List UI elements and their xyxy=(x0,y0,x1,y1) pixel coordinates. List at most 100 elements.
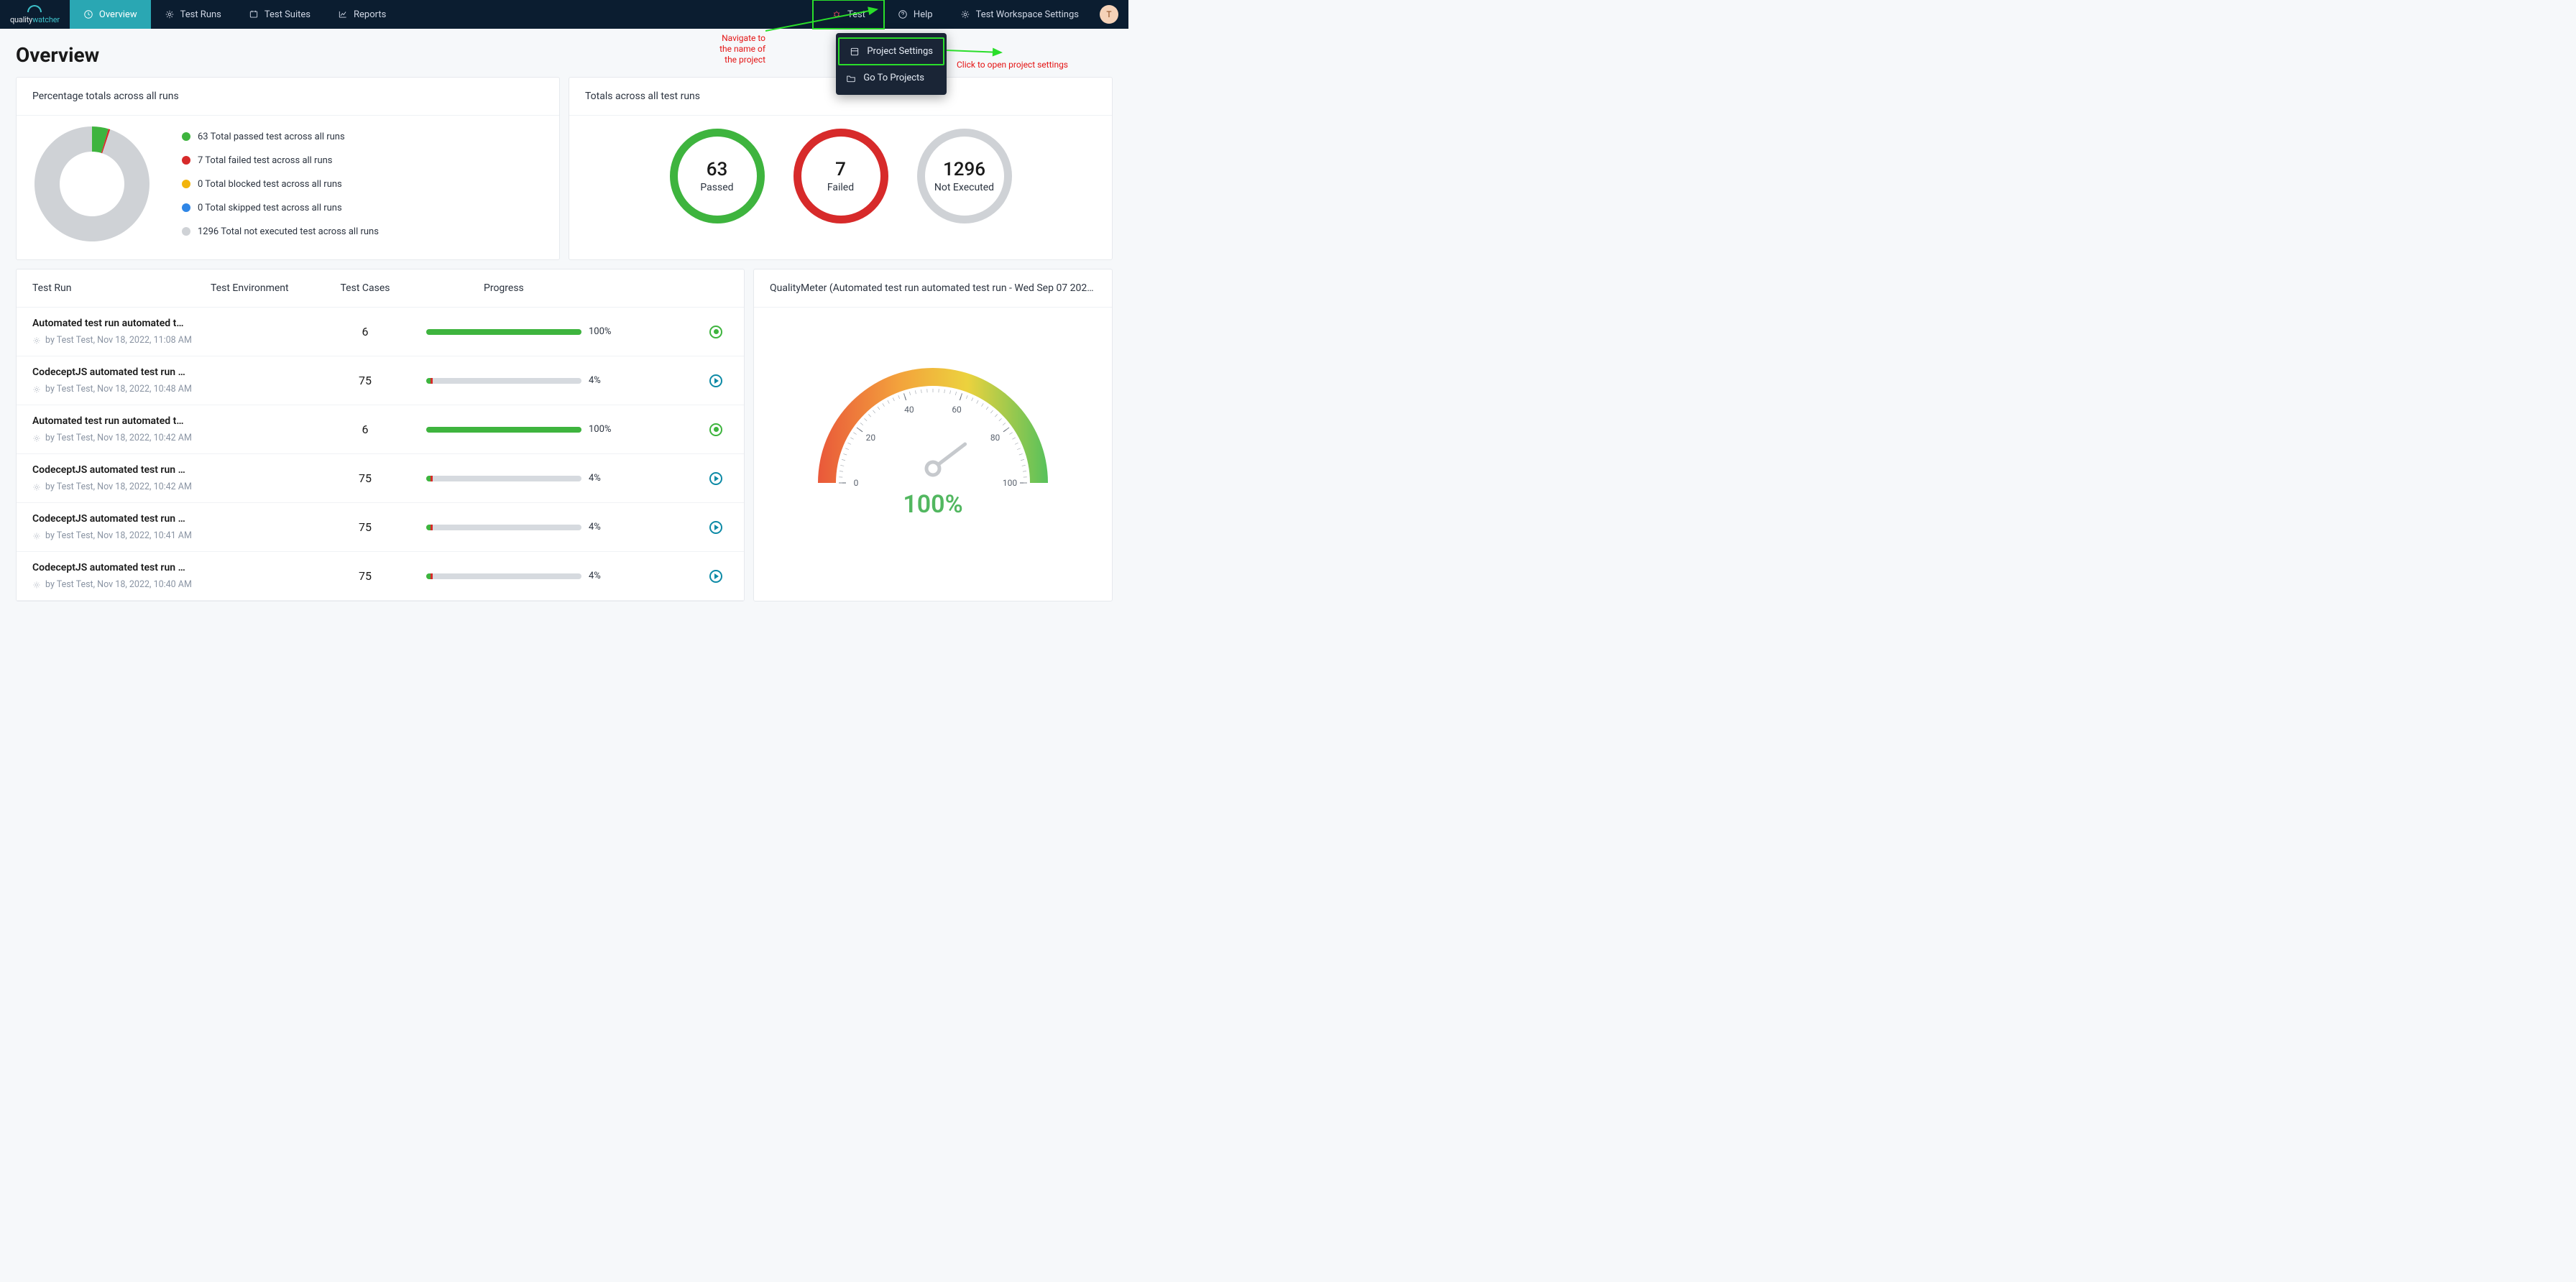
dropdown-label: Go To Projects xyxy=(863,73,924,83)
test-run-table: Test Run Test Environment Test Cases Pro… xyxy=(16,269,745,601)
status-play-icon[interactable] xyxy=(709,374,722,387)
gear-icon xyxy=(960,9,970,19)
run-title: CodeceptJS automated test run - Fr… xyxy=(32,562,187,573)
legend-dot-icon xyxy=(182,203,190,212)
annotation-left: Navigate to the name of the project xyxy=(719,33,765,65)
total-label: Failed xyxy=(827,182,854,193)
total-value: 7 xyxy=(835,159,846,180)
dropdown-project-settings[interactable]: Project Settings xyxy=(838,37,944,65)
table-row[interactable]: Automated test run automated test … by Te… xyxy=(17,405,744,454)
table-col-cases: Test Cases xyxy=(318,282,412,294)
gear-icon xyxy=(32,336,41,345)
run-cases: 75 xyxy=(318,520,412,534)
run-meta: by Test Test, Nov 18, 2022, 11:08 AM xyxy=(32,335,211,346)
avatar[interactable]: T xyxy=(1100,5,1118,24)
total-circle: 7 Failed xyxy=(794,129,888,223)
legend-dot-icon xyxy=(182,156,190,165)
progress-pct: 4% xyxy=(589,375,617,386)
total-circle: 1296Not Executed xyxy=(917,129,1012,223)
arrow-to-project-settings xyxy=(945,45,1003,59)
run-meta: by Test Test, Nov 18, 2022, 10:42 AM xyxy=(32,433,211,443)
legend-dot-icon xyxy=(182,180,190,188)
table-row[interactable]: CodeceptJS automated test run - Fr…by Te… xyxy=(17,356,744,405)
legend-label: 63 Total passed test across all runs xyxy=(198,132,345,142)
total-label: Passed xyxy=(700,182,733,193)
progress-pct: 100% xyxy=(589,326,617,337)
gauge-chart: 020406080100 xyxy=(796,325,1070,512)
nav-reports[interactable]: Reports xyxy=(324,0,400,29)
gear-icon xyxy=(32,483,41,492)
nav-label: Help xyxy=(914,9,933,20)
annotation-right: Click to open project settings xyxy=(957,60,1068,70)
status-play-icon[interactable] xyxy=(709,521,722,534)
legend-item: 7 Total failed test across all runs xyxy=(182,155,379,166)
nav-label: Test Suites xyxy=(264,9,310,20)
nav-label: Overview xyxy=(99,9,137,20)
run-cases: 75 xyxy=(318,471,412,485)
totals-card: Totals across all test runs 63Passed7Fai… xyxy=(569,77,1113,260)
card-title: Percentage totals across all runs xyxy=(17,78,559,116)
project-dropdown-menu: Project Settings Go To Projects xyxy=(836,33,947,95)
progress-bar xyxy=(426,573,581,579)
suites-icon xyxy=(249,9,259,19)
nav-test-suites[interactable]: Test Suites xyxy=(235,0,324,29)
run-meta: by Test Test, Nov 18, 2022, 10:41 AM xyxy=(32,530,211,541)
arrow-to-project-name xyxy=(765,6,884,34)
legend-item: 1296 Total not executed test across all … xyxy=(182,226,379,237)
run-cases: 75 xyxy=(318,569,412,583)
nav-workspace-settings[interactable]: Test Workspace Settings xyxy=(947,0,1092,29)
gear-icon xyxy=(32,385,41,394)
brand-logo[interactable]: qualitywatcher xyxy=(0,0,70,29)
progress-bar xyxy=(426,476,581,481)
table-row[interactable]: CodeceptJS automated test run - Fr…by Te… xyxy=(17,454,744,503)
table-col-run: Test Run xyxy=(32,282,211,294)
legend-label: 0 Total skipped test across all runs xyxy=(198,203,342,213)
nav-overview[interactable]: Overview xyxy=(70,0,151,29)
status-done-icon[interactable] xyxy=(709,423,722,436)
nav-help[interactable]: Help xyxy=(884,0,947,29)
gear-icon xyxy=(32,532,41,540)
table-row[interactable]: CodeceptJS automated test run - Fr…by Te… xyxy=(17,552,744,601)
quality-meter-card: QualityMeter (Automated test run automat… xyxy=(753,269,1113,601)
svg-text:40: 40 xyxy=(904,405,914,415)
top-nav: qualitywatcher Overview Test Runs Test S… xyxy=(0,0,1128,29)
table-row[interactable]: CodeceptJS automated test run - Fr… by Te… xyxy=(17,503,744,552)
total-value: 63 xyxy=(707,159,728,180)
run-meta: by Test Test, Nov 18, 2022, 10:48 AM xyxy=(32,384,211,395)
table-row[interactable]: Automated test run automated test … by Te… xyxy=(17,308,744,356)
progress-pct: 4% xyxy=(589,571,617,581)
run-title: CodeceptJS automated test run - Fr… xyxy=(32,464,187,476)
svg-text:0: 0 xyxy=(854,478,859,488)
progress-bar xyxy=(426,378,581,384)
run-cases: 75 xyxy=(318,374,412,387)
status-play-icon[interactable] xyxy=(709,570,722,583)
status-done-icon[interactable] xyxy=(709,326,722,338)
svg-text:100: 100 xyxy=(1003,478,1017,488)
legend-item: 63 Total passed test across all runs xyxy=(182,132,379,142)
status-play-icon[interactable] xyxy=(709,472,722,485)
run-title: Automated test run automated test … xyxy=(32,318,187,329)
svg-text:60: 60 xyxy=(952,405,962,415)
run-title: Automated test run automated test … xyxy=(32,415,187,427)
run-title: CodeceptJS automated test run - Fr… xyxy=(32,513,187,525)
nav-test-runs[interactable]: Test Runs xyxy=(151,0,235,29)
svg-text:80: 80 xyxy=(990,433,1000,443)
gear-icon xyxy=(32,581,41,589)
dropdown-go-to-projects[interactable]: Go To Projects xyxy=(836,65,947,91)
legend-dot-icon xyxy=(182,132,190,141)
nav-label: Test Workspace Settings xyxy=(976,9,1079,20)
help-icon xyxy=(898,9,908,19)
settings-panel-icon xyxy=(850,47,860,57)
legend-item: 0 Total skipped test across all runs xyxy=(182,203,379,213)
legend-label: 1296 Total not executed test across all … xyxy=(198,226,379,237)
folder-icon xyxy=(846,73,856,83)
progress-pct: 4% xyxy=(589,473,617,484)
nav-label: Test Runs xyxy=(180,9,221,20)
table-col-prog: Progress xyxy=(412,282,635,294)
progress-bar xyxy=(426,427,581,433)
donut-chart xyxy=(31,123,153,245)
legend-dot-icon xyxy=(182,227,190,236)
gear-icon xyxy=(165,9,175,19)
run-cases: 6 xyxy=(318,325,412,338)
legend-label: 0 Total blocked test across all runs xyxy=(198,179,342,190)
